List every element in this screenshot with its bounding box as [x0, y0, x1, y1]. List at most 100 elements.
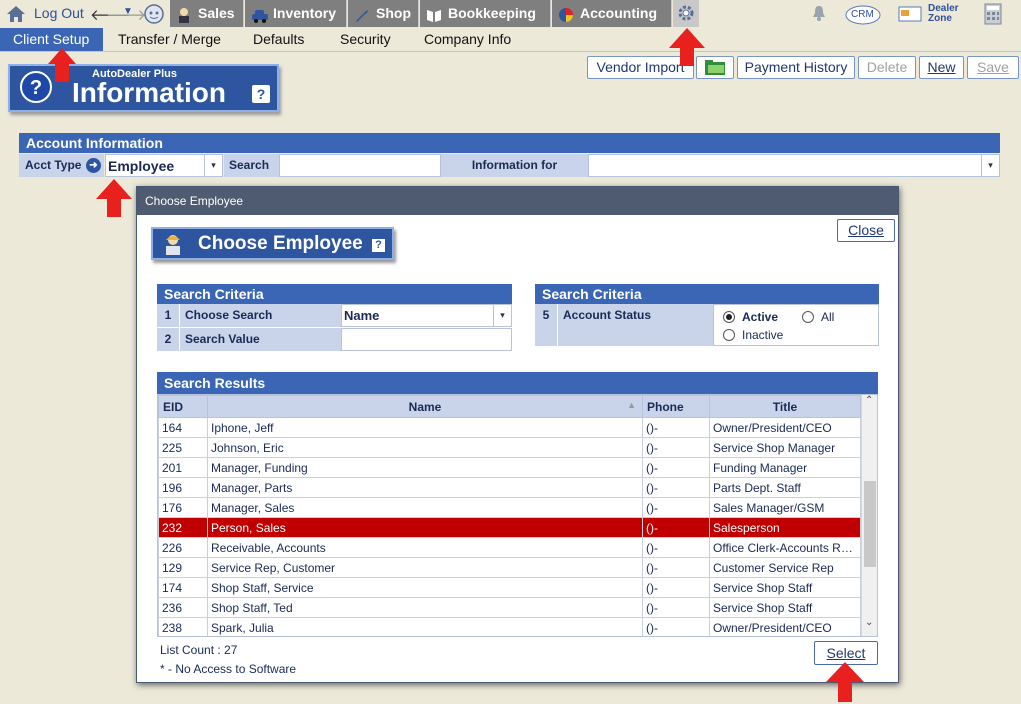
delete-button[interactable]: Delete: [858, 56, 916, 79]
table-row[interactable]: 238 Spark, Julia ()- Owner/President/CEO: [158, 617, 861, 636]
sort-ascending-icon: ▲: [627, 400, 636, 410]
table-row[interactable]: 174 Shop Staff, Service ()- Service Shop St…: [158, 577, 861, 598]
payment-history-button[interactable]: Payment History: [737, 56, 855, 79]
criteria-num-2: 2: [157, 328, 179, 351]
information-for-select[interactable]: ▾: [588, 154, 1000, 177]
logout-link[interactable]: Log Out: [6, 4, 84, 24]
link-icon[interactable]: ➜: [86, 158, 101, 173]
cell-eid: 164: [158, 417, 208, 438]
table-row[interactable]: 176 Manager, Sales ()- Sales Manager/GSM: [158, 497, 861, 518]
col-title[interactable]: Title: [709, 395, 861, 418]
cell-name: Iphone, Jeff: [207, 417, 643, 438]
col-name[interactable]: Name ▲: [207, 395, 643, 418]
nav-tab-sales[interactable]: Sales: [170, 0, 244, 27]
cell-name: Manager, Funding: [207, 457, 643, 478]
cell-eid: 226: [158, 537, 208, 558]
table-row[interactable]: 129 Service Rep, Customer ()- Customer Serv…: [158, 557, 861, 578]
bell-icon[interactable]: [810, 4, 828, 25]
cell-name: Service Rep, Customer: [207, 557, 643, 578]
annotation-arrow: [669, 28, 705, 68]
cell-phone: ()-: [642, 497, 710, 518]
nav-tab-label: Bookkeeping: [448, 5, 536, 21]
choose-search-label: Choose Search: [180, 304, 341, 327]
scroll-down-icon[interactable]: ⌄: [865, 617, 873, 628]
status-all-radio[interactable]: [802, 311, 814, 323]
col-phone[interactable]: Phone: [642, 395, 710, 418]
dialog-banner-title: Choose Employee: [198, 233, 363, 254]
cell-title: Service Shop Manager: [709, 437, 861, 458]
search-criteria-right: Search Criteria 5 Account Status Active …: [535, 284, 879, 346]
information-for-label: Information for: [441, 154, 588, 177]
cell-eid: 225: [158, 437, 208, 458]
scroll-up-icon[interactable]: ⌃: [865, 395, 873, 406]
cell-title: Sales Manager/GSM: [709, 497, 861, 518]
subnav-security[interactable]: Security: [327, 28, 404, 51]
subnav-transfer-merge[interactable]: Transfer / Merge: [105, 28, 234, 51]
close-button[interactable]: Close: [837, 219, 895, 242]
nav-tab-inventory[interactable]: Inventory: [245, 0, 347, 27]
subnav-defaults[interactable]: Defaults: [240, 28, 317, 51]
search-criteria-header: Search Criteria: [535, 284, 879, 304]
cell-eid: 176: [158, 497, 208, 518]
svg-text:?: ?: [30, 77, 42, 99]
new-button[interactable]: New: [919, 56, 964, 79]
nav-tab-accounting[interactable]: Accounting: [552, 0, 672, 27]
account-status-group: Active All Inactive: [713, 304, 879, 346]
search-value-label: Search Value: [180, 328, 341, 351]
scrollbar-thumb[interactable]: [864, 481, 876, 567]
table-row[interactable]: 201 Manager, Funding ()- Funding Manager: [158, 457, 861, 478]
table-row[interactable]: 225 Johnson, Eric ()- Service Shop Manager: [158, 437, 861, 458]
no-access-note: * - No Access to Software: [160, 662, 297, 676]
table-row[interactable]: 196 Manager, Parts ()- Parts Dept. Staff: [158, 477, 861, 498]
nav-tab-label: Shop: [376, 5, 411, 21]
col-eid[interactable]: EID: [158, 395, 208, 418]
employee-icon: [161, 232, 185, 259]
settings-tab[interactable]: [673, 0, 699, 27]
results-scrollbar[interactable]: ⌃ ⌄: [861, 395, 877, 636]
dealer-zone-button[interactable]: Dealer Zone: [898, 3, 968, 25]
search-results-header: Search Results: [157, 372, 878, 394]
car-icon: [251, 5, 268, 23]
help-icon[interactable]: ?: [372, 239, 385, 252]
list-count: List Count : 27: [160, 643, 238, 657]
cell-name: Manager, Parts: [207, 477, 643, 498]
calculator-icon[interactable]: [984, 3, 1002, 28]
cell-phone: ()-: [642, 517, 710, 538]
status-inactive-radio[interactable]: [723, 329, 735, 341]
table-row[interactable]: 226 Receivable, Accounts ()- Office Clerk-A…: [158, 537, 861, 558]
save-button[interactable]: Save: [967, 56, 1019, 79]
cell-title: Customer Service Rep: [709, 557, 861, 578]
results-table: EID Name ▲ Phone Title 164 Iphone, Jeff()…: [158, 395, 861, 636]
cell-phone: ()-: [642, 437, 710, 458]
nav-tab-label: Inventory: [273, 5, 337, 21]
help-icon[interactable]: ?: [252, 85, 270, 103]
cell-eid: 201: [158, 457, 208, 478]
choose-employee-dialog: Choose Employee Choose Employee ? Close …: [136, 186, 899, 683]
crm-button[interactable]: CRM: [845, 3, 881, 25]
table-row[interactable]: 164 Iphone, Jeff ()- Owner/President/CEO: [158, 417, 861, 438]
cell-name: Receivable, Accounts: [207, 537, 643, 558]
acct-type-label-text: Acct Type: [25, 158, 82, 172]
criteria-num-5: 5: [535, 304, 557, 346]
nav-tab-label: Accounting: [580, 5, 657, 21]
acct-type-select[interactable]: Employee ▾: [105, 154, 223, 177]
subnav-company-info[interactable]: Company Info: [411, 28, 524, 51]
cell-title: Salesperson: [709, 517, 861, 538]
nav-tab-shop[interactable]: Shop: [348, 0, 419, 27]
search-value-input[interactable]: [341, 328, 512, 351]
nav-tab-bookkeeping[interactable]: Bookkeeping: [420, 0, 551, 27]
support-icon[interactable]: [143, 3, 165, 25]
dealer-zone-label: Dealer Zone: [928, 3, 959, 24]
search-label: Search: [224, 154, 279, 177]
results-header-row: EID Name ▲ Phone Title: [158, 395, 861, 418]
chevron-down-icon[interactable]: ▼: [123, 6, 133, 17]
account-information-panel: Account Information Acct Type ➜ Employee…: [19, 133, 1000, 178]
table-row[interactable]: 236 Shop Staff, Ted ()- Service Shop Staff: [158, 597, 861, 618]
cell-eid: 238: [158, 617, 208, 636]
dialog-title: Choose Employee: [137, 187, 898, 215]
search-input[interactable]: [279, 154, 441, 177]
table-row[interactable]: 232 Person, Sales ()- Salesperson: [158, 517, 861, 538]
status-active-radio[interactable]: [723, 311, 735, 323]
cell-name: Spark, Julia: [207, 617, 643, 636]
choose-search-select[interactable]: Name ▾: [341, 304, 512, 327]
